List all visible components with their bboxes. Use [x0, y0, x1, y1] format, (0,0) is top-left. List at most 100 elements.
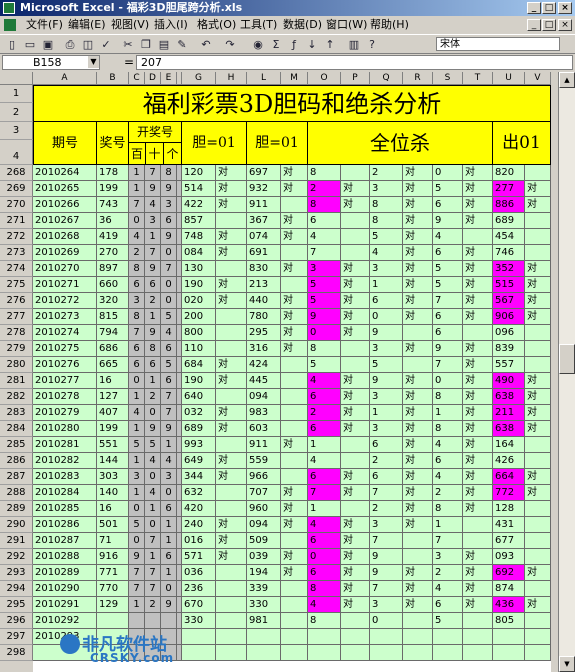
- table-cell[interactable]: 2010282: [33, 453, 97, 469]
- table-cell[interactable]: 对: [281, 293, 308, 309]
- table-cell[interactable]: 0: [161, 581, 177, 597]
- table-cell[interactable]: 794: [97, 325, 129, 341]
- table-cell[interactable]: 0: [129, 501, 145, 517]
- table-cell[interactable]: 5: [308, 357, 341, 373]
- table-cell[interactable]: 对: [403, 437, 433, 453]
- table-cell[interactable]: [216, 309, 247, 325]
- table-cell[interactable]: 对: [281, 181, 308, 197]
- table-cell[interactable]: 36: [97, 213, 129, 229]
- vertical-scrollbar[interactable]: ▲ ▼: [558, 72, 575, 672]
- table-cell[interactable]: 1: [129, 389, 145, 405]
- table-cell[interactable]: 3: [370, 341, 403, 357]
- copy-icon[interactable]: ❐: [138, 37, 154, 52]
- table-cell[interactable]: 对: [216, 245, 247, 261]
- table-cell[interactable]: 677: [493, 533, 525, 549]
- table-cell[interactable]: [281, 629, 308, 645]
- table-cell[interactable]: [281, 373, 308, 389]
- table-cell[interactable]: 对: [403, 517, 433, 533]
- table-cell[interactable]: 对: [463, 245, 493, 261]
- table-cell[interactable]: 7: [308, 485, 341, 501]
- table-cell[interactable]: 344: [182, 469, 216, 485]
- row-header[interactable]: 272: [0, 229, 33, 245]
- table-cell[interactable]: [525, 165, 551, 181]
- table-cell[interactable]: [247, 645, 281, 661]
- table-cell[interactable]: 2010265: [33, 181, 97, 197]
- table-cell[interactable]: 对: [341, 373, 370, 389]
- table-cell[interactable]: [463, 325, 493, 341]
- table-cell[interactable]: 对: [216, 405, 247, 421]
- table-cell[interactable]: 0: [161, 485, 177, 501]
- table-cell[interactable]: 6: [145, 277, 161, 293]
- table-cell[interactable]: 对: [463, 597, 493, 613]
- table-cell[interactable]: 5: [370, 357, 403, 373]
- table-cell[interactable]: 5: [308, 293, 341, 309]
- table-cell[interactable]: 8: [308, 341, 341, 357]
- table-cell[interactable]: [525, 549, 551, 565]
- table-cell[interactable]: 0: [308, 549, 341, 565]
- table-cell[interactable]: 0: [145, 405, 161, 421]
- doc-close-button[interactable]: ×: [558, 19, 572, 31]
- table-cell[interactable]: 对: [525, 277, 551, 293]
- row-header[interactable]: 291: [0, 533, 33, 549]
- row-header[interactable]: 274: [0, 261, 33, 277]
- table-cell[interactable]: 对: [403, 341, 433, 357]
- name-box-dropdown-icon[interactable]: ▼: [88, 56, 99, 68]
- table-cell[interactable]: 7: [370, 485, 403, 501]
- table-cell[interactable]: 7: [370, 533, 403, 549]
- table-cell[interactable]: 1: [145, 309, 161, 325]
- table-cell[interactable]: 对: [216, 165, 247, 181]
- table-cell[interactable]: [403, 613, 433, 629]
- table-cell[interactable]: 2010269: [33, 245, 97, 261]
- table-cell[interactable]: 对: [281, 549, 308, 565]
- table-cell[interactable]: 689: [493, 213, 525, 229]
- row-header[interactable]: 3: [0, 122, 33, 140]
- table-cell[interactable]: 对: [403, 181, 433, 197]
- table-cell[interactable]: 8: [308, 165, 341, 181]
- table-cell[interactable]: 对: [281, 213, 308, 229]
- row-header[interactable]: 278: [0, 325, 33, 341]
- table-cell[interactable]: 对: [281, 501, 308, 517]
- table-cell[interactable]: 1: [433, 517, 463, 533]
- table-cell[interactable]: 0: [370, 309, 403, 325]
- table-cell[interactable]: 对: [341, 261, 370, 277]
- table-cell[interactable]: 对: [403, 245, 433, 261]
- table-cell[interactable]: [281, 533, 308, 549]
- table-cell[interactable]: 016: [182, 533, 216, 549]
- table-cell[interactable]: 190: [182, 373, 216, 389]
- table-cell[interactable]: 4: [308, 597, 341, 613]
- table-cell[interactable]: 1: [145, 373, 161, 389]
- table-cell[interactable]: [525, 581, 551, 597]
- table-cell[interactable]: 0: [161, 277, 177, 293]
- table-cell[interactable]: 2010266: [33, 197, 97, 213]
- table-cell[interactable]: [281, 357, 308, 373]
- table-cell[interactable]: [341, 357, 370, 373]
- table-cell[interactable]: 800: [182, 325, 216, 341]
- table-cell[interactable]: 对: [281, 565, 308, 581]
- table-cell[interactable]: 2: [370, 453, 403, 469]
- table-cell[interactable]: 6: [308, 421, 341, 437]
- table-cell[interactable]: 094: [247, 389, 281, 405]
- row-header[interactable]: 289: [0, 501, 33, 517]
- table-cell[interactable]: [525, 501, 551, 517]
- table-cell[interactable]: 对: [403, 197, 433, 213]
- table-cell[interactable]: 130: [182, 261, 216, 277]
- table-cell[interactable]: 1: [161, 565, 177, 581]
- table-cell[interactable]: 164: [493, 437, 525, 453]
- table-cell[interactable]: 771: [97, 565, 129, 581]
- table-cell[interactable]: 对: [463, 453, 493, 469]
- table-cell[interactable]: 2: [129, 245, 145, 261]
- table-cell[interactable]: [216, 501, 247, 517]
- sort-descending-icon[interactable]: ↑: [322, 37, 338, 52]
- table-cell[interactable]: 691: [247, 245, 281, 261]
- table-cell[interactable]: [403, 325, 433, 341]
- menu-tools[interactable]: 工具(T): [240, 18, 277, 32]
- table-cell[interactable]: 3: [161, 469, 177, 485]
- table-cell[interactable]: [216, 597, 247, 613]
- table-cell[interactable]: 对: [403, 213, 433, 229]
- table-cell[interactable]: 对: [216, 357, 247, 373]
- table-cell[interactable]: 对: [341, 597, 370, 613]
- row-header[interactable]: 297: [0, 629, 33, 645]
- table-cell[interactable]: 490: [493, 373, 525, 389]
- table-cell[interactable]: [525, 533, 551, 549]
- table-cell[interactable]: 4: [145, 485, 161, 501]
